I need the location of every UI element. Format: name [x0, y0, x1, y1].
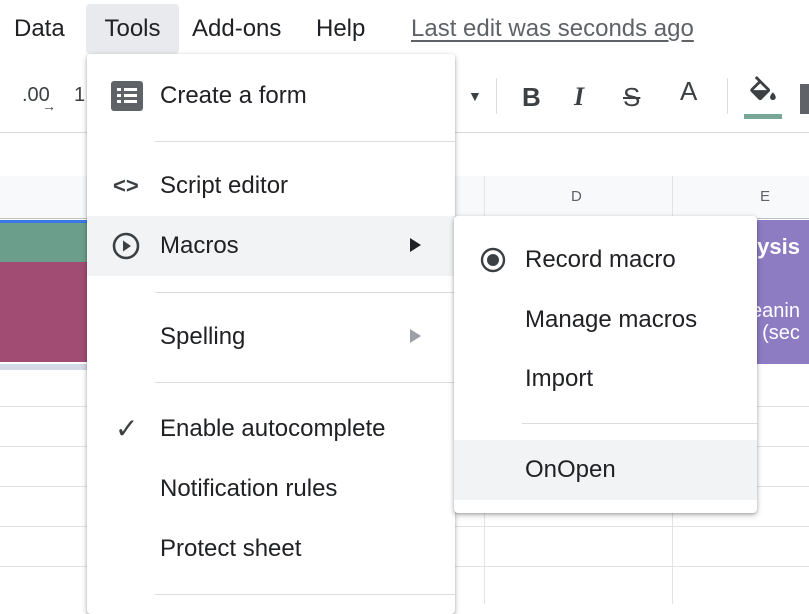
record-icon [480, 247, 506, 273]
bold-button[interactable]: B [522, 82, 541, 113]
menu-separator [155, 594, 455, 595]
toolbar-divider [727, 78, 728, 114]
submenu-arrow-icon [410, 238, 421, 252]
menu-separator [155, 292, 455, 293]
format-fragment[interactable]: 1 [74, 84, 85, 107]
decimal-arrow-icon: → [42, 98, 56, 114]
strikethrough-button[interactable]: S [623, 82, 640, 113]
more-toolbar-icon[interactable] [800, 84, 809, 114]
submenu-arrow-icon [410, 329, 421, 343]
fill-color-button[interactable] [744, 76, 784, 120]
code-brackets-icon: <> [113, 173, 139, 198]
menu-separator [155, 382, 455, 383]
italic-button[interactable]: I [574, 82, 584, 112]
menu-tools[interactable]: Tools [86, 4, 179, 54]
play-circle-icon [112, 232, 140, 260]
column-header-e[interactable]: E [760, 188, 770, 205]
menu-help[interactable]: Help [316, 12, 365, 46]
menu-item-label: Script editor [160, 172, 289, 199]
menu-data[interactable]: Data [14, 12, 65, 46]
submenu-item-import[interactable]: Import [454, 349, 757, 409]
cell-green-band[interactable] [0, 220, 90, 263]
submenu-item-label: Import [525, 365, 594, 392]
submenu-item-manage-macros[interactable]: Manage macros [454, 290, 757, 350]
purple-cell-line-2: t (sec [757, 322, 800, 344]
submenu-item-record-macro[interactable]: Record macro [454, 230, 757, 290]
cell-purple-header[interactable]: lysis eanin t (sec [757, 220, 809, 364]
submenu-separator [522, 423, 757, 424]
menu-item-enable-autocomplete[interactable]: ✓ Enable autocomplete [87, 399, 455, 459]
last-edit-link[interactable]: Last edit was seconds ago [411, 12, 694, 46]
macros-submenu: Record macro Manage macros Import OnOpen [454, 216, 757, 513]
column-header-d[interactable]: D [571, 188, 582, 205]
cell-pink-band[interactable] [0, 262, 90, 362]
submenu-item-onopen[interactable]: OnOpen [454, 440, 757, 500]
menu-separator [155, 141, 455, 142]
font-size-caret-icon[interactable]: ▼ [468, 88, 482, 104]
menubar: Data Tools Add-ons Help Last edit was se… [0, 0, 809, 58]
menu-item-label: Enable autocomplete [160, 415, 386, 442]
menu-item-label: Notification rules [160, 475, 338, 502]
menu-item-label: Protect sheet [160, 535, 302, 562]
text-color-button[interactable]: A [680, 76, 697, 107]
menu-item-label: Create a form [160, 82, 307, 109]
form-icon [111, 81, 143, 111]
paint-bucket-icon [750, 76, 776, 101]
menu-item-label: Spelling [160, 323, 246, 350]
menu-item-spelling[interactable]: Spelling [87, 307, 455, 367]
submenu-item-label: Record macro [525, 246, 676, 273]
purple-cell-line-1: eanin [757, 300, 800, 322]
menu-item-create-form[interactable]: Create a form [87, 66, 455, 126]
menu-item-protect-sheet[interactable]: Protect sheet [87, 519, 455, 579]
menu-item-macros[interactable]: Macros [87, 216, 455, 276]
menu-addons[interactable]: Add-ons [192, 12, 281, 46]
check-icon: ✓ [115, 413, 139, 444]
purple-cell-text: eanin t (sec [757, 300, 800, 344]
menu-item-notification-rules[interactable]: Notification rules [87, 459, 455, 519]
cell-row-strip [0, 364, 90, 370]
decrease-decimal-button[interactable]: .00 → [22, 84, 56, 114]
purple-cell-title: lysis [757, 234, 800, 259]
toolbar-divider [496, 78, 497, 114]
menu-item-script-editor[interactable]: <> Script editor [87, 156, 455, 216]
menu-item-label: Macros [160, 232, 239, 259]
fill-color-swatch [744, 114, 782, 119]
tools-menu: Create a form <> Script editor Macros Sp… [87, 54, 455, 614]
submenu-item-label: OnOpen [525, 456, 616, 483]
submenu-item-label: Manage macros [525, 306, 698, 333]
